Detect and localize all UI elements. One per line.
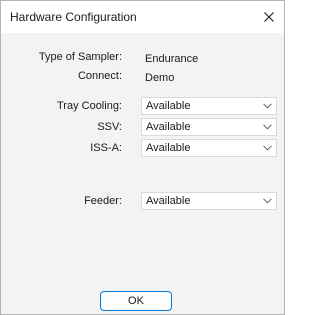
tray-cooling-select[interactable]: Available [141, 97, 277, 115]
dialog-title: Hardware Configuration [10, 10, 137, 24]
ssv-label: SSV: [97, 121, 122, 133]
title-bar: Hardware Configuration [1, 1, 284, 33]
sampler-type-value: Endurance [145, 53, 199, 65]
connect-value: Demo [145, 72, 175, 84]
iss-a-select[interactable]: Available [141, 139, 277, 157]
iss-a-label: ISS-A: [90, 142, 122, 154]
close-icon [264, 12, 274, 22]
feeder-select[interactable]: Available [141, 192, 277, 210]
chevron-down-icon [263, 145, 272, 151]
sampler-type-label: Type of Sampler: [38, 51, 122, 63]
tray-cooling-label: Tray Cooling: [56, 100, 122, 112]
chevron-down-icon [263, 198, 272, 204]
hardware-configuration-dialog: Hardware Configuration Type of Sampler: … [0, 0, 285, 315]
feeder-label: Feeder: [84, 195, 122, 207]
chevron-down-icon [263, 124, 272, 130]
tray-cooling-value: Available [146, 100, 191, 112]
dialog-body: Type of Sampler: Endurance Connect: Demo… [1, 33, 284, 314]
connect-label: Connect: [77, 70, 122, 82]
iss-a-value: Available [146, 142, 191, 154]
ssv-value: Available [146, 121, 191, 133]
chevron-down-icon [263, 103, 272, 109]
close-button[interactable] [254, 1, 284, 33]
feeder-value: Available [146, 195, 191, 207]
ssv-select[interactable]: Available [141, 118, 277, 136]
ok-button[interactable]: OK [100, 291, 172, 311]
